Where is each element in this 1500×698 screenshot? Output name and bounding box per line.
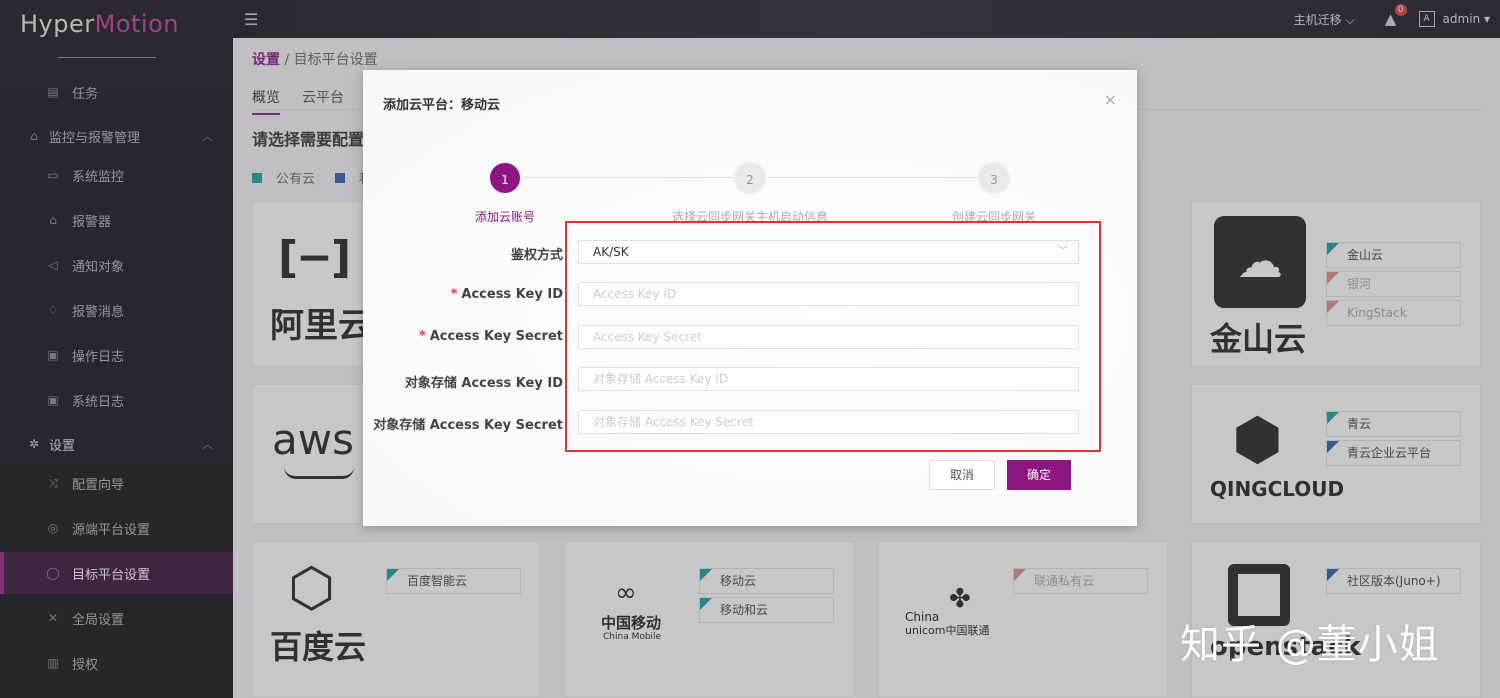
watermark: 知乎 @董小姐 (1180, 622, 1440, 668)
access-key-id-label: * Access Key ID (450, 287, 563, 302)
step-3-indicator: 3 (977, 161, 1011, 195)
close-icon[interactable]: × (1104, 90, 1117, 109)
oss-access-key-id-label: 对象存储 Access Key ID (404, 376, 563, 391)
auth-method-label: 鉴权方式 (510, 248, 563, 263)
confirm-button[interactable]: 确定 (1007, 460, 1071, 490)
oss-access-key-secret-label: 对象存储 Access Key Secret (373, 418, 563, 433)
access-key-secret-label: * Access Key Secret (418, 329, 563, 344)
step-2-indicator: 2 (733, 161, 767, 195)
dialog-title: 添加云平台：移动云 (383, 98, 501, 113)
step-1-indicator: 1 (488, 161, 522, 195)
highlight-box (565, 221, 1101, 452)
cancel-button[interactable]: 取消 (929, 460, 995, 490)
